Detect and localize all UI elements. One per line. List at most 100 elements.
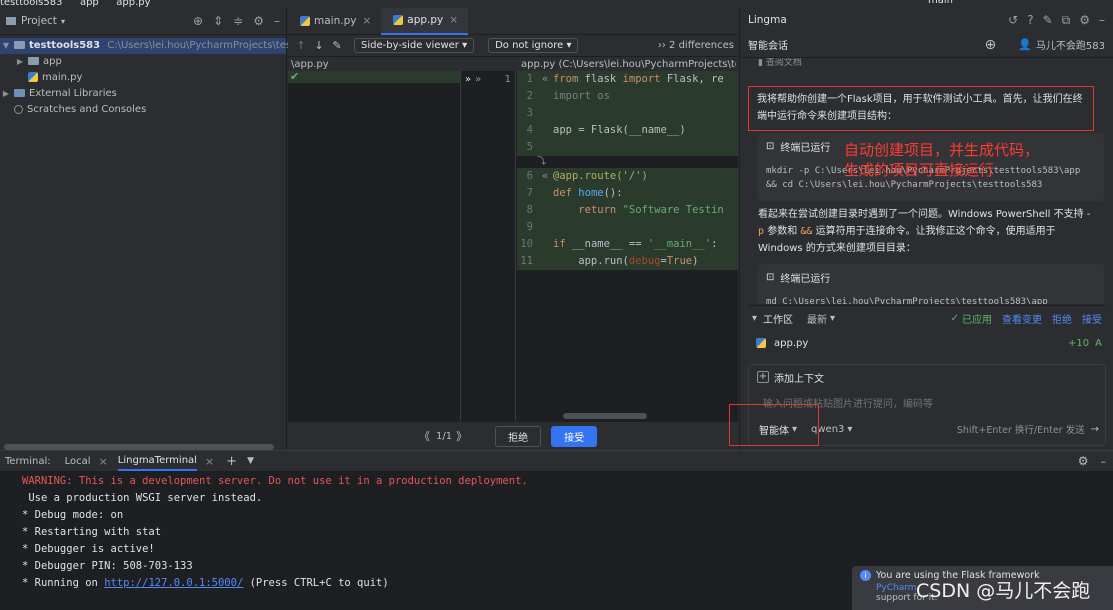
close-icon[interactable]: × (362, 15, 371, 27)
minimize-icon[interactable]: – (1101, 455, 1107, 468)
tree-item-external-libraries[interactable]: ▶ External Libraries (0, 86, 286, 102)
chevron-down-icon[interactable]: ▾ (752, 313, 757, 324)
line-number: 2 (526, 90, 533, 102)
code-line: 11 app.run(debug=True) (517, 253, 738, 270)
new-chat-icon[interactable]: ⊕ (984, 37, 996, 53)
apply-all-icon[interactable]: » (465, 74, 471, 85)
user-icon: 👤 (1018, 38, 1032, 51)
terminal-line: * Debugger is active! (22, 543, 155, 555)
collapsed-marker[interactable]: ⤵ (517, 156, 738, 168)
close-icon[interactable]: × (449, 14, 458, 26)
terminal-line: WARNING: This is a development server. D… (22, 475, 528, 487)
revert-icon[interactable]: « (537, 71, 553, 88)
message-fragment: 运算符用于连接命令。让我修正这个命令，使用适用于 (812, 226, 1056, 237)
gear-icon[interactable]: ⚙ (253, 14, 264, 28)
differences-count[interactable]: ›› 2 differences (658, 40, 734, 51)
tree-item-app[interactable]: ▶ app (0, 54, 286, 70)
terminal-tab-local[interactable]: Local (65, 456, 91, 467)
project-panel-header: Project ▾ ⊕ ⇕ ≑ ⚙ – (0, 8, 286, 35)
terminal-tab-lingma[interactable]: LingmaTerminal (117, 451, 197, 471)
tree-item-main-py[interactable]: main.py (0, 70, 286, 86)
apply-all-icon[interactable]: » (475, 74, 481, 85)
workspace-reject-link[interactable]: 拒绝 (1052, 311, 1072, 326)
tree-label: External Libraries (29, 88, 117, 99)
chevron-down-icon[interactable]: ▼ (0, 38, 12, 54)
branch-label[interactable]: main (928, 0, 953, 6)
tab-main-py[interactable]: main.py × (288, 8, 381, 35)
arrow-up-icon[interactable]: ↑ (292, 39, 310, 52)
terminal-done-label: 终端已运行 (780, 274, 831, 285)
chat-area: ▮ 查阅文档 我将帮助你创建一个Flask项目，用于软件测试小工具。首先，让我们… (740, 58, 1113, 304)
chevron-right-icon[interactable]: ▶ (14, 54, 26, 70)
minimize-icon[interactable]: – (1099, 13, 1105, 28)
history-icon[interactable]: ↺ (1008, 13, 1018, 28)
horizontal-scrollbar[interactable] (563, 413, 647, 419)
locate-icon[interactable]: ⊕ (193, 14, 203, 28)
minimize-icon[interactable]: – (274, 14, 280, 28)
title-bar: testtools583 app app.py main (0, 0, 1113, 8)
breadcrumb-file[interactable]: app.py (116, 0, 150, 8)
tree-label: app (43, 56, 62, 67)
tree-item-scratches[interactable]: Scratches and Consoles (0, 102, 286, 118)
tree-item-root[interactable]: ▼ testtools583 C:\Users\lei.hou\PycharmPr… (0, 38, 326, 54)
terminal-command: && cd C:\Users\lei.hou\PycharmProjects\t… (766, 180, 1043, 190)
breadcrumb-app[interactable]: app (80, 0, 99, 8)
changed-file-status: A (1095, 337, 1102, 349)
double-chevron-up-icon[interactable]: 《 (419, 428, 430, 444)
collapse-icon: ⤵ (537, 157, 547, 167)
chevron-down-icon[interactable]: ▼ (247, 456, 254, 466)
ignore-mode-dropdown[interactable]: Do not ignore ▾ (488, 38, 579, 53)
diff-right-pane[interactable]: 1 «from flask import Flask, re 2 import os… (517, 71, 738, 421)
close-icon[interactable]: × (205, 455, 214, 468)
gear-icon[interactable]: ⚙ (1079, 13, 1090, 28)
annotation-text: 自动创建项目，并生成代码， (844, 141, 1040, 159)
project-name: testtools583 (0, 0, 63, 8)
plus-icon: + (757, 371, 769, 383)
workspace-accept-link[interactable]: 接受 (1082, 311, 1102, 326)
project-panel-title[interactable]: Project (21, 15, 57, 27)
assistant-message: 我将帮助你创建一个Flask项目，用于软件测试小工具。首先，让我们在终端中运行命… (757, 94, 1083, 122)
lingma-header: Lingma ↺ ? ✎ ⧉ ⚙ – (740, 8, 1113, 32)
code-line: 2 import os (517, 88, 738, 105)
workspace-filter[interactable]: 最新 (807, 311, 827, 326)
double-chevron-down-icon[interactable]: 》 (456, 428, 467, 444)
close-icon[interactable]: × (99, 455, 108, 468)
tree-label: main.py (42, 72, 83, 83)
server-url-link[interactable]: http://127.0.0.1:5000/ (104, 577, 243, 589)
edit-icon[interactable]: ✎ (1043, 13, 1053, 28)
changed-file-row[interactable]: app.py +10 A (748, 330, 1106, 356)
diff-accept-button[interactable]: 接受 (551, 425, 598, 447)
diff-reject-button[interactable]: 拒绝 (495, 425, 542, 447)
edit-icon[interactable]: ✎ (328, 39, 346, 52)
chevron-down-icon[interactable]: ▾ (847, 424, 852, 435)
line-number: 3 (526, 107, 533, 119)
chevron-down-icon[interactable]: ▾ (830, 313, 835, 324)
arrow-down-icon[interactable]: ↓ (310, 39, 328, 52)
view-changes-link[interactable]: 查看变更 (1002, 311, 1042, 326)
collapse-all-icon[interactable]: ≑ (233, 14, 243, 28)
gear-icon[interactable]: ⚙ (1078, 454, 1089, 468)
chevron-down-icon[interactable]: ▾ (61, 17, 65, 26)
tab-app-py[interactable]: app.py × (381, 7, 469, 35)
chevron-right-icon[interactable]: ▶ (0, 86, 12, 102)
tab-label: app.py (407, 14, 444, 26)
code-text: if __name__ == '__main__': (553, 238, 718, 250)
left-line-number: 1 (504, 74, 511, 85)
viewer-mode-dropdown[interactable]: Side-by-side viewer ▾ (354, 38, 475, 53)
chat-label[interactable]: 智能会话 (748, 37, 788, 52)
new-window-icon[interactable]: ⧉ (1062, 13, 1071, 28)
folder-icon (28, 57, 39, 65)
help-icon[interactable]: ? (1027, 13, 1033, 28)
revert-icon[interactable]: « (537, 168, 553, 185)
terminal-label: Terminal: (5, 455, 51, 467)
code-text: def home(): (553, 187, 623, 199)
send-icon[interactable]: → (1091, 424, 1099, 435)
diff-editor: main.py × app.py × ↑ ↓ ✎ Side-by-side vi… (288, 7, 738, 450)
plus-icon[interactable]: + (226, 454, 237, 469)
terminal-header: Terminal: Local × LingmaTerminal × + ▼ ⚙… (0, 451, 1113, 471)
add-context-button[interactable]: + 添加上下文 (749, 365, 1105, 389)
expand-all-icon[interactable]: ⇕ (213, 14, 223, 28)
user-name[interactable]: 马儿不会跑583 (1036, 37, 1105, 52)
diff-left-pane[interactable]: ✔ (288, 71, 461, 421)
